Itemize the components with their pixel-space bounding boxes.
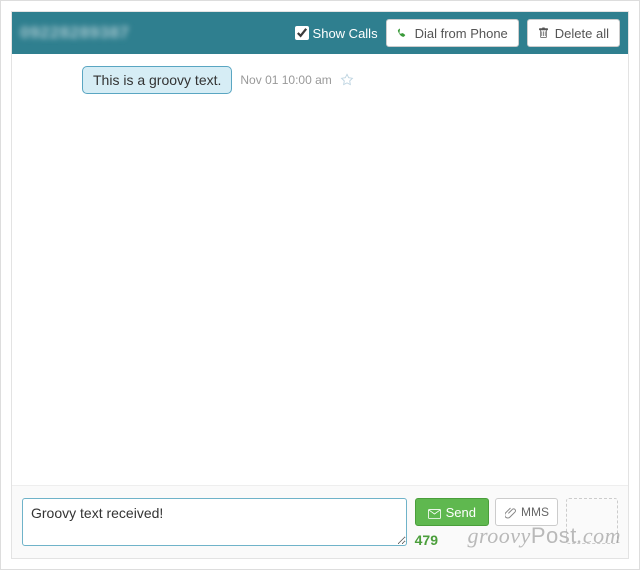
mms-label: MMS <box>521 505 549 519</box>
char-count: 479 <box>415 532 558 548</box>
send-label: Send <box>446 505 476 520</box>
show-calls-checkbox[interactable] <box>295 26 309 40</box>
message-bubble: This is a groovy text. <box>82 66 232 94</box>
delete-label: Delete all <box>555 26 609 41</box>
show-calls-label: Show Calls <box>313 26 378 41</box>
delete-all-button[interactable]: Delete all <box>527 19 620 47</box>
attachment-dropzone[interactable] <box>566 498 618 544</box>
envelope-icon <box>428 507 441 518</box>
paperclip-icon <box>504 507 517 518</box>
send-button[interactable]: Send <box>415 498 489 526</box>
message-timestamp: Nov 01 10:00 am <box>240 73 331 87</box>
app-frame: 09228289387 Show Calls Dial from Phone D… <box>0 0 640 570</box>
phone-icon <box>397 27 409 39</box>
dial-from-phone-button[interactable]: Dial from Phone <box>386 19 519 47</box>
composer-button-row: Send MMS <box>415 498 558 526</box>
conversation-panel: 09228289387 Show Calls Dial from Phone D… <box>11 11 629 559</box>
trash-icon <box>538 27 549 39</box>
composer-actions: Send MMS 479 <box>415 498 558 548</box>
contact-number: 09228289387 <box>20 23 130 43</box>
message-input[interactable] <box>22 498 407 546</box>
message-list: This is a groovy text. Nov 01 10:00 am <box>12 54 628 485</box>
star-icon[interactable] <box>340 73 354 87</box>
mms-button[interactable]: MMS <box>495 498 558 526</box>
composer-row: Send MMS 479 <box>22 498 618 548</box>
dial-label: Dial from Phone <box>415 26 508 41</box>
message-row: This is a groovy text. Nov 01 10:00 am <box>82 66 618 94</box>
header-bar: 09228289387 Show Calls Dial from Phone D… <box>12 12 628 54</box>
show-calls-toggle[interactable]: Show Calls <box>295 26 378 41</box>
composer-area: Send MMS 479 <box>12 485 628 558</box>
